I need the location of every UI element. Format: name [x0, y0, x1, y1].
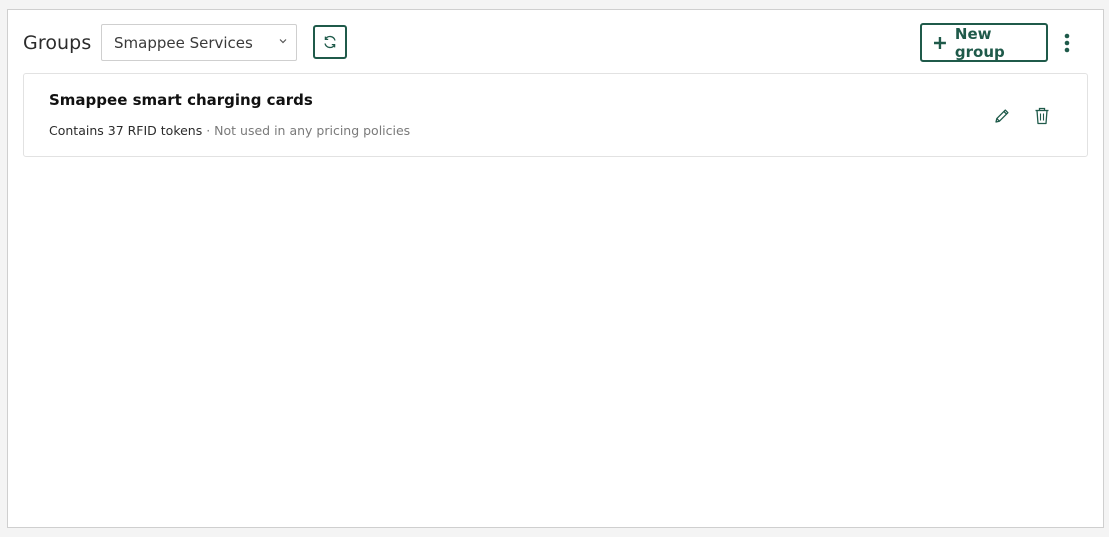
groups-toolbar: Groups Smappee Services New group [8, 10, 1103, 74]
groups-panel: Groups Smappee Services New group Smappe… [7, 9, 1104, 528]
group-policy-status: Not used in any pricing policies [214, 123, 411, 138]
refresh-button[interactable] [313, 25, 347, 59]
trash-icon [1035, 107, 1049, 125]
organization-select-value: Smappee Services [114, 34, 253, 52]
group-meta: Contains 37 RFID tokens · Not used in an… [49, 123, 410, 138]
meta-separator: · [202, 123, 215, 138]
more-vertical-icon [1064, 33, 1070, 53]
group-card[interactable]: Smappee smart charging cards Contains 37… [23, 73, 1088, 157]
new-group-button[interactable]: New group [920, 23, 1048, 62]
group-token-count: Contains 37 RFID tokens [49, 123, 203, 138]
new-group-label: New group [954, 24, 1005, 61]
more-options-button[interactable] [1060, 28, 1074, 58]
group-name: Smappee smart charging cards [49, 91, 313, 109]
delete-group-button[interactable] [1032, 105, 1052, 127]
pencil-icon [995, 109, 1009, 123]
edit-group-button[interactable] [992, 105, 1012, 127]
chevron-down-icon [279, 39, 287, 44]
plus-icon [933, 36, 946, 49]
page-title: Groups [23, 32, 92, 54]
refresh-icon [324, 35, 336, 49]
organization-select[interactable]: Smappee Services [101, 24, 297, 61]
